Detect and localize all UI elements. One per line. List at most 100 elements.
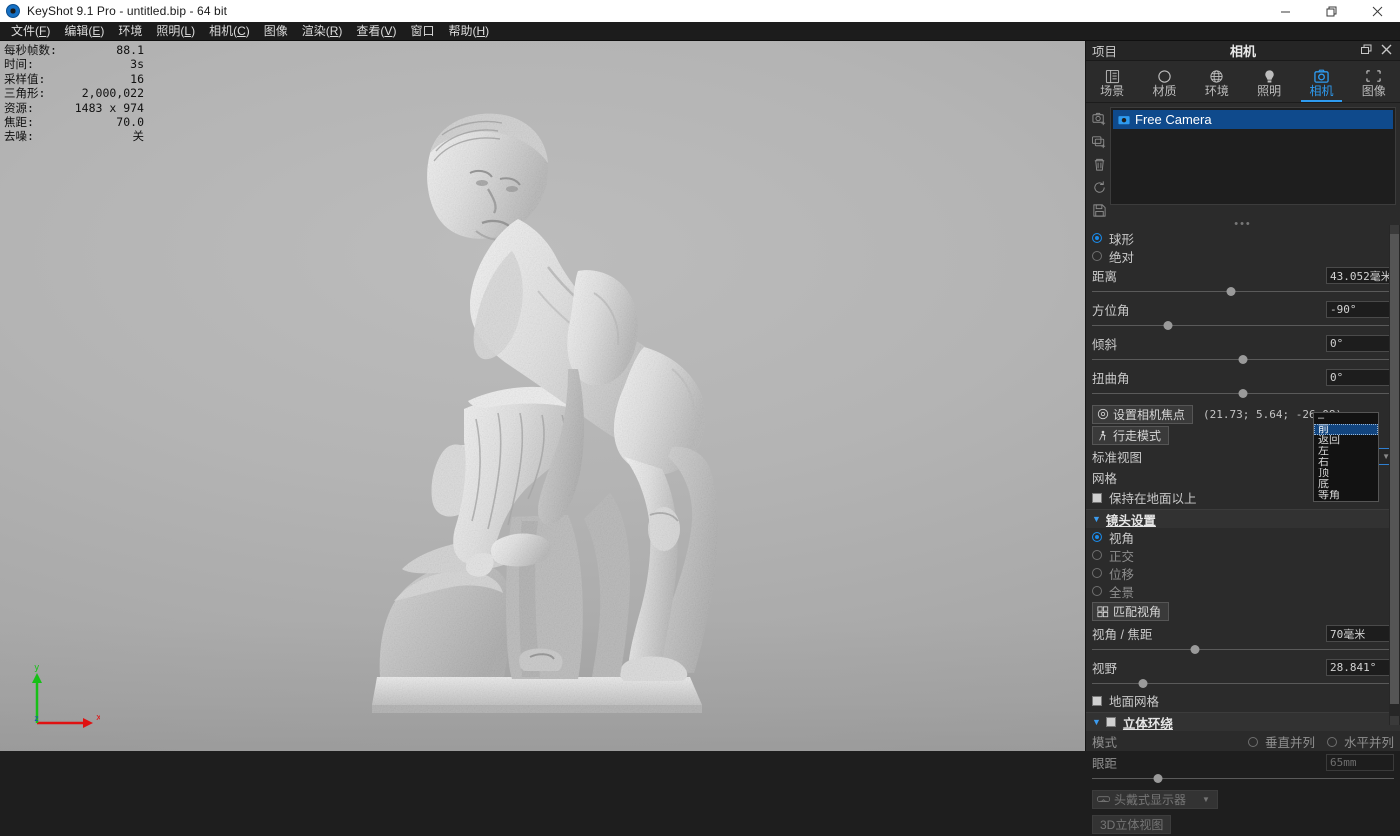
position-row-1: 方位角-90°	[1092, 299, 1394, 331]
render-viewport[interactable]: 每秒帧数:88.1时间:3s采样值:16三角形:2,000,022资源:1483…	[0, 41, 1085, 751]
duplicate-camera-icon[interactable]	[1091, 133, 1107, 149]
stereo-mode-vertical[interactable]: 垂直并列	[1248, 733, 1315, 751]
hmd-button[interactable]: 头戴式显示器 ▼	[1092, 790, 1218, 809]
dropdown-option[interactable]: 等角	[1314, 490, 1378, 501]
menu-item-1[interactable]: 编辑(E)	[57, 22, 111, 41]
stereo-group-header[interactable]: ▼ 立体环绕	[1086, 712, 1400, 731]
scroll-up-end[interactable]	[1390, 225, 1399, 234]
standard-view-dropdown-popup[interactable]: –前返回左右顶底等角	[1313, 412, 1379, 502]
camera-list[interactable]: Free Camera	[1110, 107, 1396, 205]
position-value-field[interactable]: 0°	[1326, 335, 1394, 352]
stereo-mode-horizontal[interactable]: 水平并列	[1327, 733, 1394, 751]
tab-材质[interactable]: 材质	[1138, 61, 1190, 102]
keep-above-ground-checkbox[interactable]	[1092, 493, 1102, 503]
stereo-3d-view-button[interactable]: 3D立体视图	[1092, 815, 1171, 834]
panel-scrollbar[interactable]	[1389, 225, 1400, 725]
eye-distance-field[interactable]: 65mm	[1326, 754, 1394, 771]
tab-相机[interactable]: 相机	[1295, 61, 1347, 102]
position-mode-absolute[interactable]: 绝对	[1092, 247, 1394, 265]
dropdown-option[interactable]: 左	[1314, 446, 1378, 457]
set-camera-focus-button[interactable]: 设置相机焦点	[1092, 405, 1193, 424]
save-camera-icon[interactable]	[1091, 202, 1107, 218]
position-value-field[interactable]: 0°	[1326, 369, 1394, 386]
lens-mode-视角[interactable]: 视角	[1092, 528, 1394, 546]
tab-图像[interactable]: 图像	[1348, 61, 1400, 102]
panel-header: 项目 相机	[1086, 41, 1400, 61]
scroll-down-end[interactable]	[1390, 716, 1399, 725]
menu-item-2[interactable]: 环境	[111, 22, 149, 41]
match-perspective-button[interactable]: 匹配视角	[1092, 602, 1169, 621]
lens-slider[interactable]	[1092, 678, 1394, 689]
slider-knob[interactable]	[1190, 645, 1199, 654]
chevron-down-icon: ▼	[1202, 795, 1210, 804]
close-panel-icon[interactable]	[1381, 44, 1392, 57]
focus-target-icon	[1097, 408, 1109, 420]
position-value-field[interactable]: -90°	[1326, 301, 1394, 318]
slider-knob[interactable]	[1226, 287, 1235, 296]
dropdown-option[interactable]: 顶	[1314, 468, 1378, 479]
lens-mode-正交[interactable]: 正交	[1092, 546, 1394, 564]
hud-value: 3s	[130, 57, 144, 71]
radio-icon	[1092, 532, 1102, 542]
tab-场景[interactable]: 场景	[1086, 61, 1138, 102]
stereo-enable-checkbox[interactable]	[1106, 717, 1116, 727]
dropdown-option[interactable]: –	[1314, 413, 1378, 424]
panel-tabs: 场景材质环境照明相机图像	[1086, 61, 1400, 103]
undock-panel-icon[interactable]	[1361, 44, 1372, 57]
add-camera-icon[interactable]	[1091, 110, 1107, 126]
menu-item-5[interactable]: 图像	[257, 22, 295, 41]
walk-mode-button[interactable]: 行走模式	[1092, 426, 1169, 445]
slider-knob[interactable]	[1239, 389, 1248, 398]
ground-grid-checkbox[interactable]	[1092, 696, 1102, 706]
lens-slider[interactable]	[1092, 644, 1394, 655]
stereo-mode-label: 模式	[1092, 732, 1117, 751]
menu-item-4[interactable]: 相机(C)	[202, 22, 257, 41]
position-slider[interactable]	[1092, 388, 1394, 399]
tab-label: 图像	[1362, 85, 1386, 98]
position-value-field[interactable]: 43.052毫米	[1326, 267, 1394, 284]
position-control: 扭曲角0°	[1092, 367, 1394, 388]
tab-环境[interactable]: 环境	[1191, 61, 1243, 102]
dropdown-option[interactable]: 前	[1314, 424, 1378, 435]
ground-grid-row[interactable]: 地面网格	[1092, 691, 1394, 710]
dropdown-option[interactable]: 底	[1314, 479, 1378, 490]
panel-scroll-thumb[interactable]	[1390, 234, 1399, 704]
lens-mode-全景[interactable]: 全景	[1092, 582, 1394, 600]
minimize-button[interactable]	[1262, 0, 1308, 22]
menu-item-7[interactable]: 查看(V)	[349, 22, 403, 41]
maximize-restore-button[interactable]	[1308, 0, 1354, 22]
tab-照明[interactable]: 照明	[1243, 61, 1295, 102]
position-control: 倾斜0°	[1092, 333, 1394, 354]
camera-list-item[interactable]: Free Camera	[1113, 110, 1393, 129]
radio-icon	[1092, 586, 1102, 596]
menu-item-6[interactable]: 渲染(R)	[295, 22, 350, 41]
close-button[interactable]	[1354, 0, 1400, 22]
position-slider[interactable]	[1092, 354, 1394, 365]
menu-item-0[interactable]: 文件(F)	[4, 22, 57, 41]
reset-camera-icon[interactable]	[1091, 179, 1107, 195]
slider-knob[interactable]	[1139, 679, 1148, 688]
slider-knob[interactable]	[1163, 321, 1172, 330]
lens-value-field[interactable]: 28.841°	[1326, 659, 1394, 676]
menu-item-3[interactable]: 照明(L)	[149, 22, 202, 41]
position-row-3: 扭曲角0°	[1092, 367, 1394, 399]
position-slider[interactable]	[1092, 320, 1394, 331]
menu-item-8[interactable]: 窗口	[403, 22, 441, 41]
dropdown-option[interactable]: 右	[1314, 457, 1378, 468]
panel-resize-handle[interactable]: •••	[1086, 218, 1400, 229]
menu-item-9[interactable]: 帮助(H)	[441, 22, 496, 41]
slider-knob[interactable]	[1154, 774, 1163, 783]
hud-label: 采样值:	[4, 72, 45, 86]
hud-row-4: 资源:1483 x 974	[4, 101, 144, 115]
dropdown-option[interactable]: 返回	[1314, 435, 1378, 446]
lens-settings-group-header[interactable]: ▼ 镜头设置	[1086, 509, 1400, 528]
lens-value-field[interactable]: 70毫米	[1326, 625, 1394, 642]
position-slider[interactable]	[1092, 286, 1394, 297]
delete-camera-icon[interactable]	[1091, 156, 1107, 172]
position-row-2: 倾斜0°	[1092, 333, 1394, 365]
lens-mode-位移[interactable]: 位移	[1092, 564, 1394, 582]
eye-distance-slider[interactable]	[1092, 773, 1394, 784]
svg-text:x: x	[96, 713, 100, 723]
position-mode-spherical[interactable]: 球形	[1092, 229, 1394, 247]
slider-knob[interactable]	[1239, 355, 1248, 364]
